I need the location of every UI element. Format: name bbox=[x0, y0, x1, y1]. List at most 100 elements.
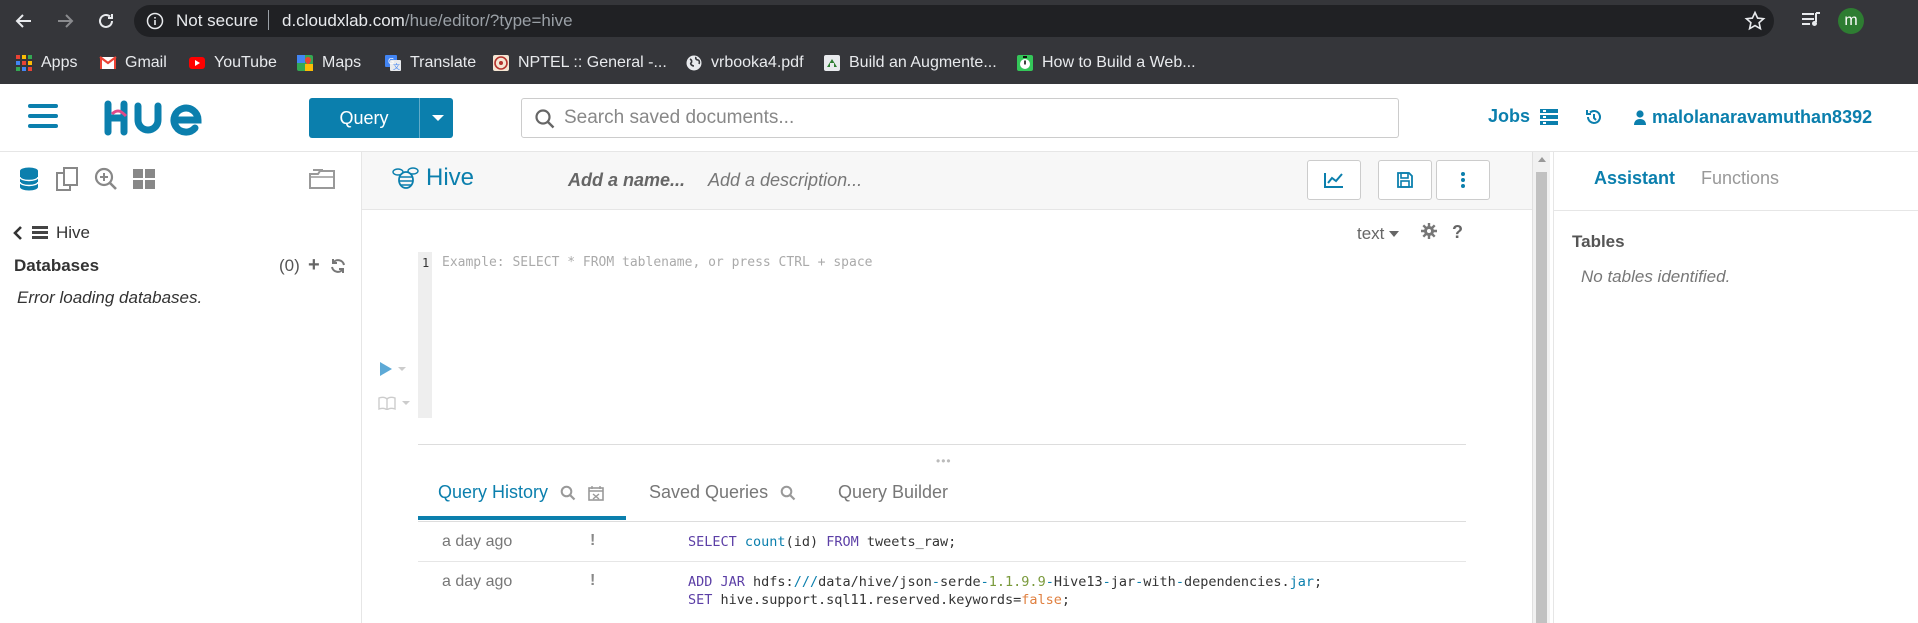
search-icon bbox=[535, 109, 555, 129]
tables-title: Tables bbox=[1572, 232, 1625, 251]
info-icon[interactable] bbox=[146, 12, 164, 30]
bookmark-label: NPTEL :: General -... bbox=[518, 54, 667, 71]
tab-label: Query History bbox=[438, 482, 549, 502]
query-description-field[interactable]: Add a description... bbox=[708, 170, 862, 191]
dashboard-grid-icon[interactable] bbox=[132, 166, 156, 192]
scroll-up-icon[interactable] bbox=[1538, 157, 1546, 162]
assist-back-button[interactable]: Hive bbox=[12, 223, 90, 243]
code-editor[interactable]: Example: SELECT * FROM tablename, or pre… bbox=[442, 255, 872, 270]
history-status-icon: ! bbox=[590, 572, 596, 589]
bookmark-build-web[interactable]: How to Build a Web... bbox=[1016, 51, 1196, 75]
editor-mode-select[interactable]: text bbox=[1357, 224, 1400, 244]
documents-icon[interactable] bbox=[55, 166, 79, 192]
bookmark-gmail[interactable]: Gmail bbox=[99, 51, 167, 75]
history-row[interactable]: a day ago ! SELECT count(id) FROM tweets… bbox=[418, 522, 1466, 562]
history-row[interactable]: a day ago ! ADD JAR hdfs:///data/hive/js… bbox=[418, 562, 1466, 623]
bookmark-apps[interactable]: Apps bbox=[15, 51, 77, 75]
results-tabs: Query History Saved Queries Query Builde… bbox=[418, 470, 1466, 522]
forward-button[interactable] bbox=[53, 9, 77, 33]
bookmark-label: vrbooka4.pdf bbox=[711, 54, 804, 71]
bookmark-augmented[interactable]: Build an Augmente... bbox=[823, 51, 997, 75]
bookmark-translate[interactable]: G文 Translate bbox=[384, 51, 476, 75]
database-icon[interactable] bbox=[18, 166, 40, 192]
bookmark-nptel[interactable]: NPTEL :: General -... bbox=[492, 51, 667, 75]
help-icon[interactable]: ? bbox=[1452, 222, 1463, 243]
user-menu[interactable]: malolanaravamuthan8392 bbox=[1634, 107, 1872, 128]
reload-button[interactable] bbox=[94, 9, 118, 33]
line-number: 1 bbox=[422, 256, 430, 270]
not-secure-label: Not secure bbox=[176, 11, 259, 30]
resize-handle-icon[interactable]: ••• bbox=[936, 454, 952, 468]
save-button[interactable] bbox=[1378, 160, 1432, 200]
tab-functions[interactable]: Functions bbox=[1701, 168, 1779, 189]
explain-button[interactable] bbox=[378, 396, 410, 410]
history-icon[interactable] bbox=[1584, 107, 1604, 127]
tab-query-builder[interactable]: Query Builder bbox=[838, 482, 948, 503]
search-input[interactable] bbox=[564, 100, 1384, 136]
gear-icon[interactable] bbox=[1420, 222, 1438, 240]
bookmark-label: Translate bbox=[410, 54, 477, 71]
address-bar[interactable]: Not secure d.cloudxlab.com/hue/editor/?t… bbox=[134, 5, 1774, 37]
chevron-down-icon bbox=[398, 367, 406, 371]
refresh-icon[interactable] bbox=[329, 257, 347, 275]
tab-assistant[interactable]: Assistant bbox=[1594, 168, 1675, 189]
editor-type-label: Hive bbox=[426, 164, 475, 191]
bookmark-youtube[interactable]: YouTube bbox=[188, 51, 277, 75]
bookmarks-bar: Apps Gmail YouTube Maps G文 Translate NPT… bbox=[0, 42, 1918, 84]
chevron-down-icon bbox=[402, 401, 410, 405]
tab-label: Saved Queries bbox=[649, 482, 769, 502]
youtube-icon bbox=[189, 57, 205, 69]
query-button[interactable]: Query bbox=[309, 98, 453, 138]
query-editor: Hive Add a name... Add a description... … bbox=[362, 152, 1532, 623]
url-text[interactable]: d.cloudxlab.com/hue/editor/?type=hive bbox=[282, 11, 573, 31]
book-icon bbox=[378, 396, 396, 410]
document-search[interactable] bbox=[521, 98, 1399, 138]
editor-header: Hive Add a name... Add a description... bbox=[362, 152, 1532, 210]
plus-icon[interactable]: + bbox=[308, 255, 320, 275]
bookmark-maps[interactable]: Maps bbox=[296, 51, 361, 75]
chevron-left-icon bbox=[13, 226, 22, 240]
calendar-clear-icon[interactable] bbox=[588, 485, 604, 501]
search-icon[interactable] bbox=[560, 485, 576, 501]
menu-icon[interactable] bbox=[28, 104, 58, 128]
tab-label: Query Builder bbox=[838, 482, 949, 502]
nptel-icon bbox=[493, 55, 509, 71]
user-icon bbox=[1634, 109, 1646, 125]
folder-icon[interactable] bbox=[308, 166, 336, 192]
media-playlist-icon[interactable] bbox=[1800, 9, 1822, 31]
back-button[interactable] bbox=[12, 9, 36, 33]
jobs-label: Jobs bbox=[1488, 106, 1531, 126]
right-assistant-panel: Assistant Functions Tables No tables ide… bbox=[1553, 152, 1918, 623]
bookmark-vrbooka4[interactable]: vrbooka4.pdf bbox=[685, 51, 804, 75]
apps-grid-icon bbox=[16, 55, 32, 71]
query-name-field[interactable]: Add a name... bbox=[568, 170, 685, 191]
more-vertical-icon bbox=[1461, 172, 1465, 188]
bookmark-label: YouTube bbox=[214, 54, 277, 71]
hue-logo[interactable] bbox=[102, 96, 224, 140]
more-options-button[interactable] bbox=[1436, 160, 1490, 200]
bookmark-label: Apps bbox=[41, 54, 78, 71]
chevron-down-icon[interactable] bbox=[432, 115, 444, 121]
url-host: d.cloudxlab.com bbox=[282, 11, 405, 30]
server-icon bbox=[32, 226, 48, 239]
editor-scrollbar[interactable] bbox=[1532, 152, 1550, 623]
history-query[interactable]: ADD JAR hdfs:///data/hive/json-serde-1.1… bbox=[688, 573, 1322, 609]
active-tab-indicator bbox=[418, 516, 626, 520]
tab-query-history[interactable]: Query History bbox=[438, 482, 604, 503]
jobs-button[interactable]: Jobs bbox=[1488, 106, 1559, 127]
search-data-icon[interactable] bbox=[94, 166, 118, 192]
play-icon bbox=[380, 362, 392, 376]
bookmark-label: Maps bbox=[322, 54, 362, 71]
chevron-down-icon bbox=[1389, 231, 1400, 237]
scroll-thumb[interactable] bbox=[1536, 172, 1547, 623]
left-assist-panel: Hive Databases (0) + Error loading datab… bbox=[0, 152, 362, 623]
profile-avatar[interactable]: m bbox=[1838, 8, 1864, 34]
tab-saved-queries[interactable]: Saved Queries bbox=[649, 482, 796, 503]
star-icon[interactable] bbox=[1744, 10, 1766, 32]
globe-icon bbox=[686, 55, 702, 71]
run-button[interactable] bbox=[380, 362, 406, 376]
chart-button[interactable] bbox=[1307, 160, 1361, 200]
arrow-left-icon bbox=[15, 14, 31, 28]
history-query[interactable]: SELECT count(id) FROM tweets_raw; bbox=[688, 533, 956, 551]
search-icon[interactable] bbox=[780, 485, 796, 501]
